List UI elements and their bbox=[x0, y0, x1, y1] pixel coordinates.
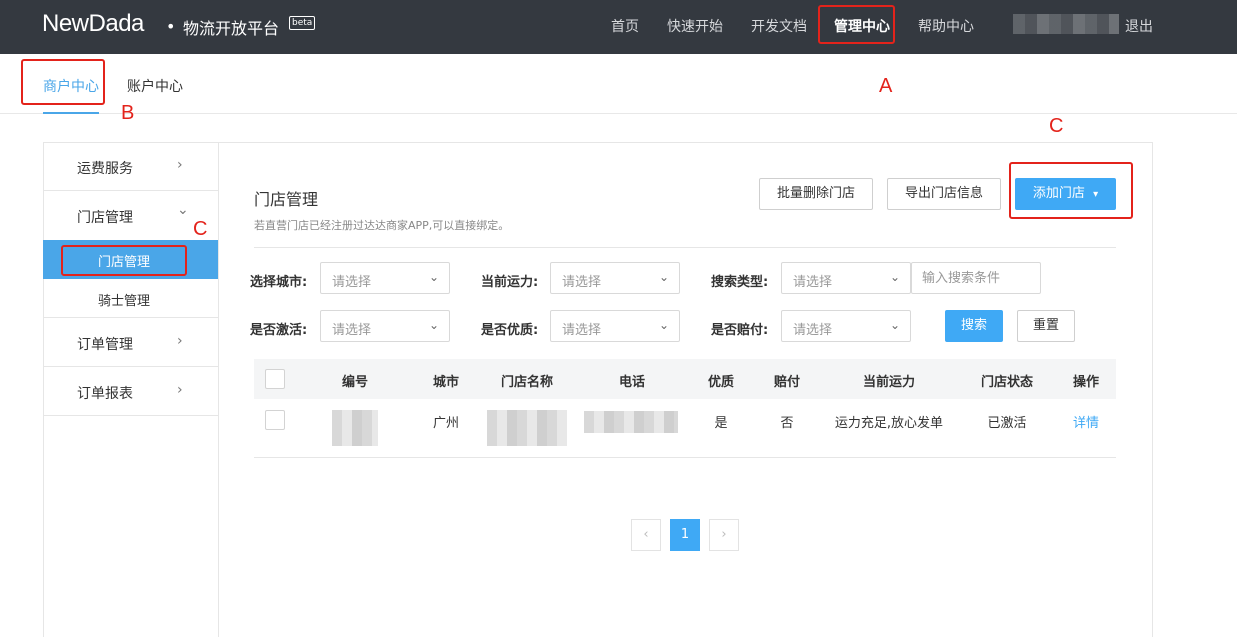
sub-navigation: 商户中心 账户中心 bbox=[0, 54, 1237, 114]
chevron-down-icon: ⌄ bbox=[889, 270, 900, 284]
search-condition-input[interactable] bbox=[911, 262, 1041, 294]
sidebar-item-label: 订单报表 bbox=[77, 386, 133, 402]
nav-quickstart[interactable]: 快速开始 bbox=[667, 16, 723, 36]
quality-filter-label: 是否优质: bbox=[481, 323, 539, 338]
sidebar-item-label: 订单管理 bbox=[77, 337, 133, 353]
row-capacity: 运力充足,放心发单 bbox=[834, 416, 944, 431]
select-placeholder: 请选择 bbox=[332, 323, 372, 338]
annotation-label-c-top: C bbox=[1049, 115, 1064, 137]
select-placeholder: 请选择 bbox=[793, 275, 833, 290]
pagination-next[interactable]: › bbox=[709, 519, 739, 551]
th-city: 城市 bbox=[432, 375, 460, 390]
reset-button[interactable]: 重置 bbox=[1017, 310, 1075, 342]
capacity-select[interactable]: 请选择 ⌄ bbox=[550, 262, 680, 294]
th-store-name: 门店名称 bbox=[500, 375, 554, 390]
nav-home[interactable]: 首页 bbox=[611, 16, 639, 36]
store-id-blurred bbox=[332, 410, 378, 446]
sidebar: 运费服务 › 门店管理 ⌄ 门店管理 骑士管理 订单管理 › 订单报表 › bbox=[43, 142, 219, 637]
row-city: 广州 bbox=[432, 416, 460, 431]
search-type-select[interactable]: 请选择 ⌄ bbox=[781, 262, 911, 294]
activated-filter-label: 是否激活: bbox=[250, 323, 308, 338]
logo[interactable]: NewDada bbox=[42, 10, 144, 38]
phone-blurred bbox=[584, 411, 678, 433]
select-placeholder: 请选择 bbox=[332, 275, 372, 290]
platform-name: 物流开放平台 bbox=[183, 19, 280, 38]
activated-select[interactable]: 请选择 ⌄ bbox=[320, 310, 450, 342]
sidebar-item-order-report[interactable]: 订单报表 › bbox=[43, 367, 218, 416]
annotation-label-c-side: C bbox=[193, 218, 208, 240]
row-quality: 是 bbox=[714, 416, 728, 431]
compensate-filter-label: 是否赔付: bbox=[711, 323, 769, 338]
logo-separator: • bbox=[166, 17, 176, 36]
annotation-box-store-management bbox=[61, 245, 187, 276]
select-all-checkbox[interactable] bbox=[265, 369, 285, 389]
batch-delete-stores-button[interactable]: 批量删除门店 bbox=[759, 178, 873, 210]
sidebar-item-order-management[interactable]: 订单管理 › bbox=[43, 318, 218, 367]
annotation-box-management-center bbox=[818, 5, 895, 44]
table-row: 广州 是 否 运力充足,放心发单 已激活 详情 bbox=[254, 400, 1116, 458]
beta-badge: beta bbox=[289, 16, 316, 30]
capacity-filter-label: 当前运力: bbox=[481, 275, 539, 290]
active-tab-indicator bbox=[43, 112, 99, 114]
row-detail-link[interactable]: 详情 bbox=[1073, 412, 1099, 431]
chevron-down-icon: ⌄ bbox=[658, 270, 669, 284]
sidebar-subitem-rider-management[interactable]: 骑士管理 bbox=[43, 279, 218, 318]
sidebar-item-freight-service[interactable]: 运费服务 › bbox=[43, 142, 218, 191]
chevron-right-icon: › bbox=[177, 382, 183, 398]
sidebar-item-store-management[interactable]: 门店管理 ⌄ bbox=[43, 191, 218, 240]
chevron-right-icon: › bbox=[177, 157, 183, 173]
username-blurred bbox=[1013, 14, 1119, 34]
city-filter-label: 选择城市: bbox=[250, 275, 308, 290]
tab-account-center[interactable]: 账户中心 bbox=[127, 76, 183, 96]
pagination-prev[interactable]: ‹ bbox=[631, 519, 661, 551]
annotation-box-add-store bbox=[1009, 162, 1133, 219]
search-button[interactable]: 搜索 bbox=[945, 310, 1003, 342]
select-placeholder: 请选择 bbox=[793, 323, 833, 338]
sidebar-subitem-label: 骑士管理 bbox=[98, 294, 151, 309]
select-placeholder: 请选择 bbox=[562, 323, 602, 338]
th-capacity: 当前运力 bbox=[862, 375, 916, 390]
th-quality: 优质 bbox=[707, 375, 735, 390]
th-phone: 电话 bbox=[618, 375, 646, 390]
compensate-select[interactable]: 请选择 ⌄ bbox=[781, 310, 911, 342]
th-id: 编号 bbox=[341, 375, 369, 390]
export-store-info-button[interactable]: 导出门店信息 bbox=[887, 178, 1001, 210]
page-title: 门店管理 bbox=[254, 190, 319, 209]
store-name-blurred bbox=[487, 410, 567, 446]
chevron-down-icon: ⌄ bbox=[177, 202, 189, 218]
chevron-down-icon: ⌄ bbox=[889, 318, 900, 332]
chevron-down-icon: ⌄ bbox=[428, 318, 439, 332]
th-store-status: 门店状态 bbox=[980, 375, 1034, 390]
chevron-down-icon: ⌄ bbox=[658, 318, 669, 332]
chevron-right-icon: › bbox=[177, 333, 183, 349]
row-status: 已激活 bbox=[987, 416, 1027, 431]
sidebar-item-label: 门店管理 bbox=[77, 210, 133, 226]
chevron-down-icon: ⌄ bbox=[428, 270, 439, 284]
annotation-label-b: B bbox=[121, 102, 135, 124]
th-compensate: 赔付 bbox=[773, 375, 801, 390]
quality-select[interactable]: 请选择 ⌄ bbox=[550, 310, 680, 342]
city-select[interactable]: 请选择 ⌄ bbox=[320, 262, 450, 294]
pagination-page-1[interactable]: 1 bbox=[670, 519, 700, 551]
th-action: 操作 bbox=[1072, 375, 1100, 390]
table-header: 编号 城市 门店名称 电话 优质 赔付 当前运力 门店状态 操作 bbox=[254, 359, 1116, 399]
nav-docs[interactable]: 开发文档 bbox=[751, 16, 807, 36]
page-hint: 若直营门店已经注册过达达商家APP,可以直接绑定。 bbox=[254, 219, 510, 232]
top-header: NewDada • 物流开放平台 beta 首页 快速开始 开发文档 管理中心 … bbox=[0, 0, 1237, 54]
annotation-label-a: A bbox=[879, 75, 893, 97]
nav-help-center[interactable]: 帮助中心 bbox=[918, 16, 974, 36]
row-checkbox[interactable] bbox=[265, 410, 285, 430]
search-type-label: 搜索类型: bbox=[711, 275, 769, 290]
row-compensate: 否 bbox=[780, 416, 794, 431]
annotation-box-merchant-center bbox=[21, 59, 105, 105]
select-placeholder: 请选择 bbox=[562, 275, 602, 290]
header-divider bbox=[254, 247, 1116, 248]
logout-link[interactable]: 退出 bbox=[1125, 16, 1153, 36]
sidebar-item-label: 运费服务 bbox=[77, 161, 133, 177]
